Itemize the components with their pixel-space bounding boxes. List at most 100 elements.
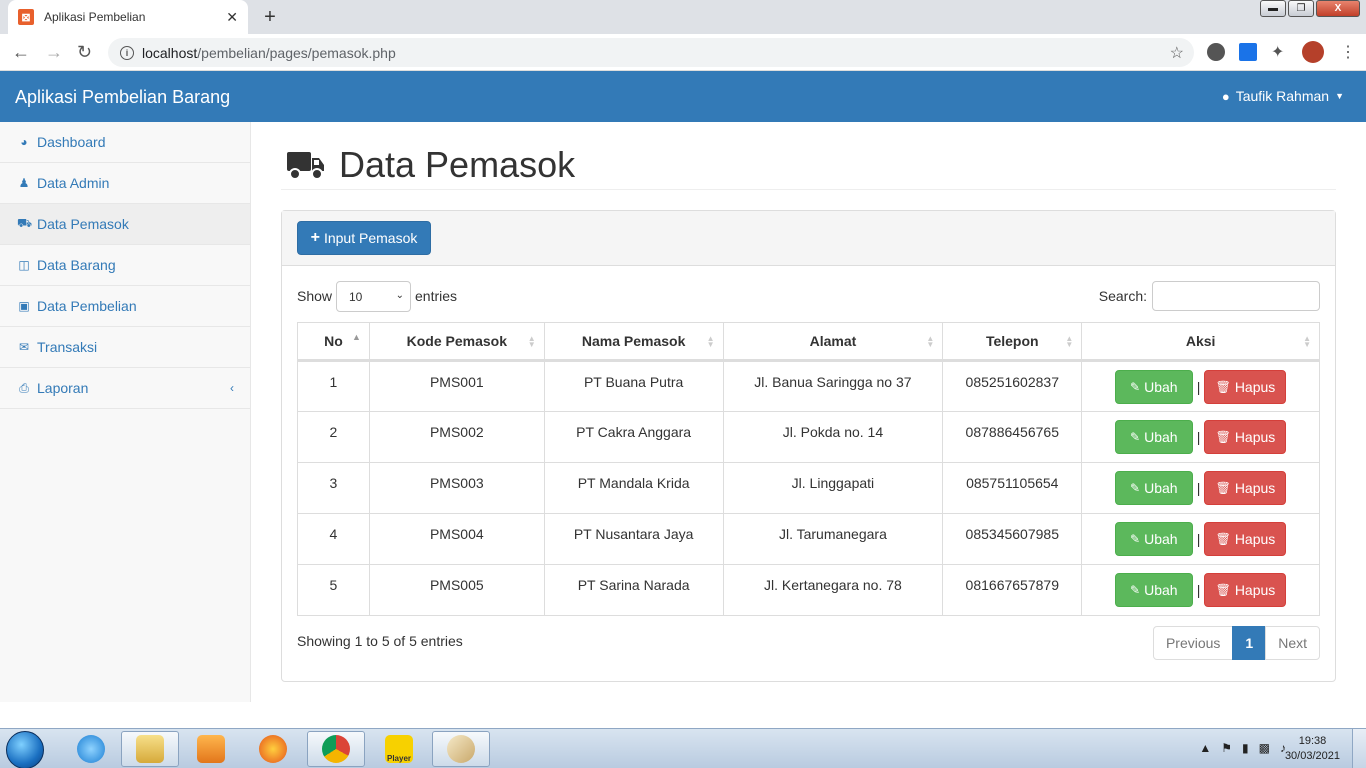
ubah-button[interactable]: ✎ Ubah [1114, 471, 1193, 505]
table-controls: Show 10 ⌄ entries Search: [297, 281, 1320, 313]
taskbar-chrome[interactable] [307, 731, 365, 767]
sidebar-item-data-pemasok[interactable]: ⛟ Data Pemasok [0, 204, 250, 245]
sidebar-item-data-pembelian[interactable]: ▣ Data Pembelian [0, 286, 250, 327]
dashboard-icon: ◕ [20, 135, 28, 149]
minimize-button[interactable]: ▬ [1260, 0, 1286, 17]
reload-icon[interactable]: ↻ [77, 42, 92, 63]
user-menu[interactable]: ● Taufik Rahman ▼ [1222, 88, 1344, 104]
sidebar-item-transaksi[interactable]: ✉ Transaksi [0, 327, 250, 368]
sidebar-item-label: Data Barang [37, 257, 116, 273]
start-button[interactable] [6, 731, 44, 768]
ubah-button[interactable]: ✎ Ubah [1114, 420, 1193, 454]
maximize-button[interactable]: ❐ [1288, 0, 1314, 17]
cell-telepon: 087886456765 [942, 411, 1083, 463]
column-header-nama[interactable]: Nama Pemasok ▲ ▼ [543, 322, 724, 362]
flag-icon[interactable]: ⚑ [1221, 741, 1232, 755]
extension-blue-icon[interactable] [1239, 43, 1257, 61]
taskbar-explorer[interactable] [121, 731, 179, 767]
show-desktop-button[interactable] [1352, 729, 1366, 768]
column-header-telepon[interactable]: Telepon ▲ ▼ [942, 322, 1083, 362]
hapus-button[interactable]: 🗑 Hapus [1204, 370, 1287, 404]
sort-icon: ▲ ▼ [1303, 334, 1311, 349]
sidebar-item-label: Data Pembelian [37, 298, 137, 314]
cell-kode: PMS005 [368, 564, 545, 616]
ubah-button[interactable]: ✎ Ubah [1114, 522, 1193, 556]
profile-avatar[interactable] [1302, 41, 1324, 63]
url-path: /pembelian/pages/pemasok.php [197, 44, 396, 61]
sidebar-item-data-barang[interactable]: ◫ Data Barang [0, 245, 250, 286]
puzzle-icon[interactable]: ✦ [1271, 42, 1284, 62]
info-icon[interactable]: i [120, 45, 134, 60]
page-header: Data Pemasok [281, 140, 1336, 190]
sort-asc-icon: ▲ [351, 332, 361, 342]
column-header-aksi[interactable]: Aksi ▲ ▼ [1081, 322, 1320, 362]
print-icon: ⎙ [19, 380, 29, 395]
table-header-row: No ▲ Kode Pemasok ▲ ▼ Nama Pemasok ▲ ▼ Alamat… [297, 322, 1320, 362]
xampp-favicon-icon: ⊠ [18, 9, 34, 25]
header-label: Telepon [985, 333, 1039, 349]
url-bar[interactable]: i localhost/pembelian/pages/pemasok.php … [108, 38, 1194, 67]
menu-dots-icon[interactable]: ⋮ [1340, 42, 1356, 62]
sidebar-item-data-admin[interactable]: ♟ Data Admin [0, 163, 250, 204]
edit-icon: ✎ [1130, 380, 1141, 394]
pagination: Previous 1 Next [1152, 626, 1320, 660]
clock[interactable]: 19:38 30/03/2021 [1285, 734, 1340, 764]
browser-tab[interactable]: ⊠ Aplikasi Pembelian ✕ [8, 0, 248, 34]
window-close-button[interactable]: X [1316, 0, 1360, 17]
edit-icon: ✎ [1130, 481, 1141, 495]
ubah-button[interactable]: ✎ Ubah [1114, 370, 1193, 404]
extension-icon[interactable] [1207, 43, 1225, 61]
system-tray: ▲ ⚑ ▮ ▩ ♪ [1199, 741, 1286, 755]
table-row: 1 PMS001 PT Buana Putra Jl. Banua Saring… [297, 360, 1320, 412]
taskbar-paint[interactable] [432, 731, 490, 767]
cell-nama: PT Nusantara Jaya [543, 513, 724, 565]
main-content: Data Pemasok + Input Pemasok Show 10 ⌄ e… [251, 122, 1366, 702]
entries-length-select[interactable]: 10 ⌄ [336, 281, 411, 312]
search-input[interactable] [1152, 281, 1320, 311]
tray-expand-icon[interactable]: ▲ [1199, 741, 1211, 755]
cell-nama: PT Sarina Narada [543, 564, 724, 616]
column-header-alamat[interactable]: Alamat ▲ ▼ [722, 322, 944, 362]
user-name: Taufik Rahman [1235, 88, 1330, 104]
header-label: No [324, 333, 343, 349]
taskbar-firefox[interactable] [244, 731, 302, 767]
new-tab-icon[interactable]: + [258, 5, 282, 29]
hapus-button[interactable]: 🗑 Hapus [1204, 471, 1287, 505]
truck-icon [287, 151, 324, 180]
sidebar-item-dashboard[interactable]: ◕ Dashboard [0, 122, 250, 163]
clock-date: 30/03/2021 [1284, 750, 1340, 762]
app-brand[interactable]: Aplikasi Pembelian Barang [15, 87, 230, 108]
hapus-label: Hapus [1234, 379, 1276, 395]
previous-button[interactable]: Previous [1152, 626, 1234, 660]
player-icon: Player [385, 735, 413, 763]
input-pemasok-button[interactable]: + Input Pemasok [297, 221, 431, 255]
hapus-button[interactable]: 🗑 Hapus [1204, 522, 1287, 556]
next-button[interactable]: Next [1265, 626, 1320, 660]
url-host: localhost [142, 44, 198, 61]
bookmark-star-icon[interactable]: ☆ [1170, 43, 1184, 63]
ubah-label: Ubah [1144, 480, 1178, 496]
hapus-button[interactable]: 🗑 Hapus [1204, 573, 1287, 607]
header-label: Alamat [809, 333, 857, 349]
column-header-no[interactable]: No ▲ [297, 322, 370, 362]
sidebar-item-laporan[interactable]: ⎙ Laporan ‹ [0, 368, 250, 409]
back-arrow-icon[interactable]: ← [12, 42, 30, 63]
internet-explorer-icon [77, 735, 105, 763]
action-separator: | [1196, 531, 1201, 547]
cell-telepon: 085251602837 [942, 360, 1083, 412]
trash-icon: 🗑 [1215, 481, 1231, 495]
ubah-button[interactable]: ✎ Ubah [1114, 573, 1193, 607]
hapus-button[interactable]: 🗑 Hapus [1204, 420, 1287, 454]
taskbar-media[interactable] [182, 731, 240, 767]
sort-icon: ▲ ▼ [926, 334, 935, 349]
network-icon[interactable]: ▩ [1259, 741, 1270, 755]
taskbar-ie[interactable] [62, 731, 120, 767]
taskbar-player[interactable]: Player [370, 731, 428, 767]
forward-arrow-icon[interactable]: → [45, 42, 63, 63]
column-header-kode[interactable]: Kode Pemasok ▲ ▼ [368, 322, 545, 362]
cell-no: 2 [297, 411, 370, 463]
tab-close-icon[interactable]: ✕ [226, 9, 238, 26]
page-1-button[interactable]: 1 [1232, 626, 1267, 660]
battery-icon[interactable]: ▮ [1242, 741, 1249, 755]
cell-kode: PMS003 [368, 462, 545, 514]
